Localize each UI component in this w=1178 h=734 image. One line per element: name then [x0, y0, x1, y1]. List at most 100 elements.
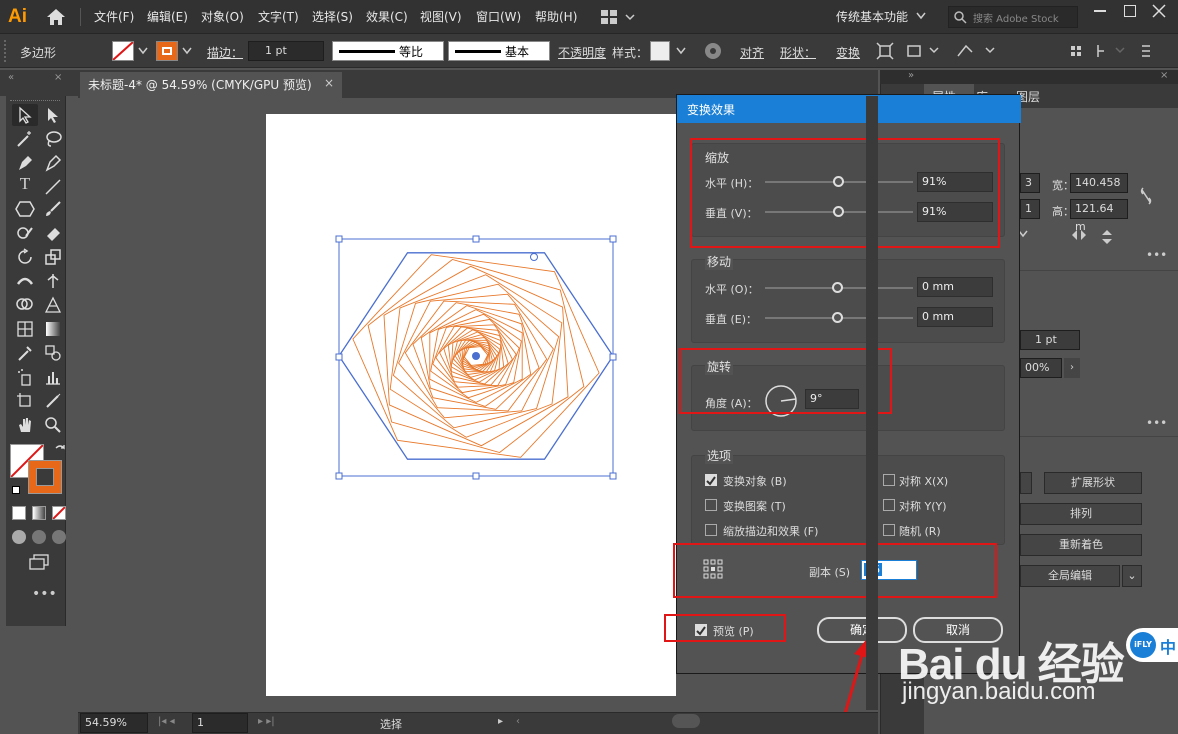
- screen-mode-icon[interactable]: [28, 554, 50, 570]
- stroke-swatch[interactable]: [156, 41, 178, 61]
- y-field[interactable]: 1: [1020, 199, 1040, 219]
- dialog-title[interactable]: 变换效果: [677, 95, 1021, 123]
- menu-window[interactable]: 窗口(W): [476, 8, 521, 25]
- global-edit-button[interactable]: 全局编辑: [1020, 565, 1120, 587]
- status-menu-icon[interactable]: ▸: [498, 716, 503, 727]
- color-mode-icon[interactable]: [12, 506, 26, 520]
- arrange-button[interactable]: 排列: [1020, 503, 1142, 525]
- transform-patterns-checkbox[interactable]: [705, 499, 717, 511]
- stock-search-input[interactable]: 搜索 Adobe Stock: [948, 6, 1078, 28]
- document-tab[interactable]: 未标题-4* @ 54.59% (CMYK/GPU 预览) ×: [80, 72, 342, 98]
- gradient-mode-icon[interactable]: [32, 506, 46, 520]
- artboard-number-field[interactable]: 1: [192, 713, 248, 733]
- flip-horizontal-icon[interactable]: [1070, 228, 1088, 242]
- expand-shape-button[interactable]: 扩展形状: [1044, 472, 1142, 494]
- home-icon[interactable]: [46, 8, 66, 26]
- scale-strokes-checkbox[interactable]: [705, 524, 717, 536]
- slice-tool-icon[interactable]: [44, 392, 62, 410]
- close-icon[interactable]: [1152, 4, 1166, 18]
- eraser-tool-icon[interactable]: [44, 224, 62, 242]
- more-options-icon[interactable]: •••: [1146, 416, 1167, 430]
- width-tool-icon[interactable]: [16, 272, 34, 290]
- flip-vertical-icon[interactable]: [1100, 228, 1114, 246]
- grip-handle[interactable]: [4, 40, 8, 62]
- menu-help[interactable]: 帮助(H): [535, 8, 577, 25]
- move-vertical-field[interactable]: 0 mm: [917, 307, 993, 327]
- brush-definition[interactable]: 基本: [448, 41, 550, 61]
- magic-wand-tool-icon[interactable]: [16, 130, 34, 148]
- mesh-tool-icon[interactable]: [16, 320, 34, 338]
- selection-handle[interactable]: [335, 353, 343, 361]
- fill-swatch[interactable]: [112, 41, 134, 61]
- pen-tool-icon[interactable]: [16, 154, 34, 172]
- opacity-label[interactable]: 不透明度: [558, 44, 606, 61]
- direct-selection-tool-icon[interactable]: [44, 106, 62, 124]
- selection-handle[interactable]: [472, 235, 480, 243]
- shaper-tool-icon[interactable]: [16, 224, 34, 242]
- vertical-scrollbar[interactable]: [866, 96, 878, 710]
- menu-select[interactable]: 选择(S): [312, 8, 353, 25]
- shape-builder-tool-icon[interactable]: [16, 296, 34, 314]
- transform-link[interactable]: 变换: [836, 44, 860, 61]
- arrange-documents-icon[interactable]: [600, 9, 636, 25]
- chevron-down-icon[interactable]: [916, 12, 926, 20]
- stroke-weight-field[interactable]: 1 pt: [248, 41, 324, 61]
- eyedropper-tool-icon[interactable]: [16, 344, 34, 362]
- artboard-next-icon[interactable]: ▸ ▸|: [258, 716, 275, 727]
- move-horizontal-knob[interactable]: [832, 282, 843, 293]
- move-vertical-knob[interactable]: [832, 312, 843, 323]
- chevron-down-icon[interactable]: [138, 47, 148, 55]
- draw-behind-icon[interactable]: [32, 530, 46, 544]
- selection-tool-icon[interactable]: [16, 106, 34, 124]
- perspective-grid-tool-icon[interactable]: [44, 296, 62, 314]
- artboard-tool-icon[interactable]: [16, 392, 34, 410]
- blend-tool-icon[interactable]: [44, 344, 62, 362]
- swap-colors-icon[interactable]: [54, 444, 66, 456]
- draw-normal-icon[interactable]: [12, 530, 26, 544]
- stroke-label[interactable]: 描边：: [207, 44, 243, 61]
- selection-handle[interactable]: [609, 235, 617, 243]
- scroll-left-icon[interactable]: ‹: [516, 716, 520, 727]
- rotate-tool-icon[interactable]: [16, 248, 34, 266]
- panel-stroke-field[interactable]: 1 pt: [1020, 330, 1080, 350]
- path-tools-icon[interactable]: [956, 42, 996, 60]
- lasso-tool-icon[interactable]: [44, 130, 62, 148]
- gradient-tool-icon[interactable]: [44, 320, 62, 338]
- reflect-y-checkbox[interactable]: [883, 499, 895, 511]
- menu-view[interactable]: 视图(V): [420, 8, 462, 25]
- maximize-icon[interactable]: [1124, 5, 1136, 17]
- chevron-down-icon[interactable]: [676, 47, 686, 55]
- column-graph-tool-icon[interactable]: [44, 368, 62, 386]
- selection-handle[interactable]: [335, 472, 343, 480]
- recolor-button[interactable]: 重新着色: [1020, 534, 1142, 556]
- menu-file[interactable]: 文件(F): [94, 8, 134, 25]
- curvature-tool-icon[interactable]: [44, 154, 62, 172]
- puppet-warp-icon[interactable]: [906, 42, 940, 60]
- more-options-icon[interactable]: •••: [1146, 248, 1167, 262]
- zoom-tool-icon[interactable]: [44, 416, 62, 434]
- spiral-polygon-artwork[interactable]: [326, 226, 626, 489]
- scale-tool-icon[interactable]: [44, 248, 62, 266]
- line-tool-icon[interactable]: [44, 178, 62, 196]
- menu-edit[interactable]: 编辑(E): [147, 8, 188, 25]
- type-tool-icon[interactable]: T: [14, 174, 36, 194]
- center-point[interactable]: [472, 352, 480, 360]
- horizontal-scrollbar-thumb[interactable]: [672, 714, 700, 728]
- menu-object[interactable]: 对象(O): [201, 8, 244, 25]
- random-checkbox[interactable]: [883, 524, 895, 536]
- tab-close-icon[interactable]: ×: [324, 76, 334, 90]
- chevron-right-icon[interactable]: ›: [1064, 358, 1080, 378]
- panel-options-icon[interactable]: [1070, 42, 1150, 60]
- move-horizontal-field[interactable]: 0 mm: [917, 277, 993, 297]
- hand-tool-icon[interactable]: [16, 416, 34, 434]
- workspace-switcher[interactable]: 传统基本功能: [836, 8, 908, 25]
- draw-inside-icon[interactable]: [52, 530, 66, 544]
- puppet-warp-tool-icon[interactable]: [44, 272, 62, 290]
- panel-opacity-field[interactable]: 00%: [1020, 358, 1062, 378]
- more-tools-icon[interactable]: •••: [32, 586, 57, 602]
- symbol-sprayer-tool-icon[interactable]: [16, 368, 34, 386]
- artboard-prev-icon[interactable]: |◂ ◂: [158, 716, 175, 727]
- selection-handle[interactable]: [609, 472, 617, 480]
- menu-effect[interactable]: 效果(C): [366, 8, 408, 25]
- live-corner-widget[interactable]: [530, 253, 538, 261]
